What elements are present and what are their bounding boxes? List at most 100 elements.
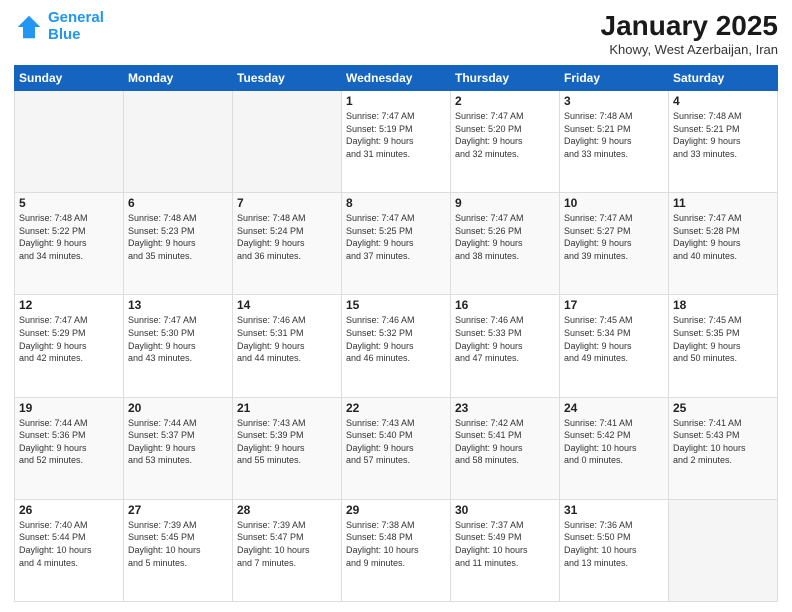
day-number: 11: [673, 196, 773, 210]
weekday-header: Friday: [560, 66, 669, 91]
calendar-week-row: 19 Sunrise: 7:44 AMSunset: 5:36 PMDayligh…: [15, 397, 778, 499]
calendar-cell: 16Sunrise: 7:46 AMSunset: 5:33 PMDayligh…: [451, 295, 560, 397]
weekday-header: Monday: [124, 66, 233, 91]
calendar-cell: 29Sunrise: 7:38 AMSunset: 5:48 PMDayligh…: [342, 499, 451, 601]
calendar-cell: 1 Sunrise: 7:47 AMSunset: 5:19 PMDaylight…: [342, 91, 451, 193]
day-info: Sunrise: 7:43 AMSunset: 5:40 PMDaylight:…: [346, 417, 446, 467]
day-number: 30: [455, 503, 555, 517]
day-number: 29: [346, 503, 446, 517]
day-number: 12: [19, 298, 119, 312]
calendar-cell: 12 Sunrise: 7:47 AMSunset: 5:29 PMDayligh…: [15, 295, 124, 397]
day-info: Sunrise: 7:48 AMSunset: 5:24 PMDaylight:…: [237, 212, 337, 262]
day-info: Sunrise: 7:46 AMSunset: 5:32 PMDaylight:…: [346, 314, 446, 364]
calendar-cell: 19 Sunrise: 7:44 AMSunset: 5:36 PMDayligh…: [15, 397, 124, 499]
day-number: 21: [237, 401, 337, 415]
day-info: Sunrise: 7:45 AMSunset: 5:35 PMDaylight:…: [673, 314, 773, 364]
day-number: 14: [237, 298, 337, 312]
calendar-cell: 8 Sunrise: 7:47 AMSunset: 5:25 PMDaylight…: [342, 193, 451, 295]
day-info: Sunrise: 7:39 AMSunset: 5:47 PMDaylight:…: [237, 519, 337, 569]
calendar-cell: 17 Sunrise: 7:45 AMSunset: 5:34 PMDayligh…: [560, 295, 669, 397]
day-number: 17: [564, 298, 664, 312]
day-number: 22: [346, 401, 446, 415]
day-number: 7: [237, 196, 337, 210]
day-info: Sunrise: 7:42 AMSunset: 5:41 PMDaylight:…: [455, 417, 555, 467]
day-info: Sunrise: 7:47 AMSunset: 5:20 PMDaylight:…: [455, 110, 555, 160]
day-number: 4: [673, 94, 773, 108]
day-info: Sunrise: 7:47 AMSunset: 5:30 PMDaylight:…: [128, 314, 228, 364]
day-info: Sunrise: 7:47 AMSunset: 5:28 PMDaylight:…: [673, 212, 773, 262]
day-info: Sunrise: 7:37 AMSunset: 5:49 PMDaylight:…: [455, 519, 555, 569]
calendar-cell: 21Sunrise: 7:43 AMSunset: 5:39 PMDayligh…: [233, 397, 342, 499]
calendar-cell: 3 Sunrise: 7:48 AMSunset: 5:21 PMDaylight…: [560, 91, 669, 193]
calendar-cell: 23 Sunrise: 7:42 AMSunset: 5:41 PMDayligh…: [451, 397, 560, 499]
day-info: Sunrise: 7:47 AMSunset: 5:25 PMDaylight:…: [346, 212, 446, 262]
calendar-cell: 13 Sunrise: 7:47 AMSunset: 5:30 PMDayligh…: [124, 295, 233, 397]
calendar-table: SundayMondayTuesdayWednesdayThursdayFrid…: [14, 65, 778, 602]
calendar-cell: 4 Sunrise: 7:48 AMSunset: 5:21 PMDaylight…: [669, 91, 778, 193]
day-number: 18: [673, 298, 773, 312]
weekday-header: Sunday: [15, 66, 124, 91]
day-info: Sunrise: 7:47 AMSunset: 5:29 PMDaylight:…: [19, 314, 119, 364]
logo-line1: General: [48, 9, 104, 26]
weekday-header: Thursday: [451, 66, 560, 91]
day-info: Sunrise: 7:41 AMSunset: 5:42 PMDaylight:…: [564, 417, 664, 467]
calendar-cell: 14Sunrise: 7:46 AMSunset: 5:31 PMDayligh…: [233, 295, 342, 397]
day-info: Sunrise: 7:45 AMSunset: 5:34 PMDaylight:…: [564, 314, 664, 364]
day-number: 25: [673, 401, 773, 415]
calendar-week-row: 26 Sunrise: 7:40 AMSunset: 5:44 PMDayligh…: [15, 499, 778, 601]
day-info: Sunrise: 7:40 AMSunset: 5:44 PMDaylight:…: [19, 519, 119, 569]
logo-line2: Blue: [48, 26, 81, 43]
day-number: 2: [455, 94, 555, 108]
page: General Blue January 2025 Khowy, West Az…: [0, 0, 792, 612]
calendar-cell: [124, 91, 233, 193]
main-title: January 2025: [601, 10, 778, 42]
day-number: 24: [564, 401, 664, 415]
day-number: 15: [346, 298, 446, 312]
day-info: Sunrise: 7:47 AMSunset: 5:19 PMDaylight:…: [346, 110, 446, 160]
calendar-cell: 9 Sunrise: 7:47 AMSunset: 5:26 PMDaylight…: [451, 193, 560, 295]
day-number: 20: [128, 401, 228, 415]
logo-text: General Blue: [48, 10, 104, 43]
calendar-cell: [15, 91, 124, 193]
day-info: Sunrise: 7:48 AMSunset: 5:21 PMDaylight:…: [673, 110, 773, 160]
day-info: Sunrise: 7:47 AMSunset: 5:26 PMDaylight:…: [455, 212, 555, 262]
calendar-cell: 15 Sunrise: 7:46 AMSunset: 5:32 PMDayligh…: [342, 295, 451, 397]
calendar-cell: 25Sunrise: 7:41 AMSunset: 5:43 PMDayligh…: [669, 397, 778, 499]
day-number: 23: [455, 401, 555, 415]
weekday-header: Saturday: [669, 66, 778, 91]
logo: General Blue: [14, 10, 104, 43]
calendar-cell: 6 Sunrise: 7:48 AMSunset: 5:23 PMDaylight…: [124, 193, 233, 295]
day-number: 3: [564, 94, 664, 108]
calendar-cell: 22 Sunrise: 7:43 AMSunset: 5:40 PMDayligh…: [342, 397, 451, 499]
day-number: 13: [128, 298, 228, 312]
day-number: 27: [128, 503, 228, 517]
calendar-cell: 24 Sunrise: 7:41 AMSunset: 5:42 PMDayligh…: [560, 397, 669, 499]
day-info: Sunrise: 7:48 AMSunset: 5:21 PMDaylight:…: [564, 110, 664, 160]
day-number: 10: [564, 196, 664, 210]
calendar-cell: 31Sunrise: 7:36 AMSunset: 5:50 PMDayligh…: [560, 499, 669, 601]
calendar-cell: 27 Sunrise: 7:39 AMSunset: 5:45 PMDayligh…: [124, 499, 233, 601]
day-number: 8: [346, 196, 446, 210]
calendar-cell: 18 Sunrise: 7:45 AMSunset: 5:35 PMDayligh…: [669, 295, 778, 397]
calendar-cell: [669, 499, 778, 601]
day-info: Sunrise: 7:44 AMSunset: 5:36 PMDaylight:…: [19, 417, 119, 467]
day-number: 1: [346, 94, 446, 108]
day-number: 26: [19, 503, 119, 517]
calendar-cell: 11 Sunrise: 7:47 AMSunset: 5:28 PMDayligh…: [669, 193, 778, 295]
day-info: Sunrise: 7:48 AMSunset: 5:22 PMDaylight:…: [19, 212, 119, 262]
weekday-header: Tuesday: [233, 66, 342, 91]
weekday-header: Wednesday: [342, 66, 451, 91]
day-info: Sunrise: 7:48 AMSunset: 5:23 PMDaylight:…: [128, 212, 228, 262]
day-info: Sunrise: 7:46 AMSunset: 5:33 PMDaylight:…: [455, 314, 555, 364]
day-info: Sunrise: 7:39 AMSunset: 5:45 PMDaylight:…: [128, 519, 228, 569]
calendar-cell: 2 Sunrise: 7:47 AMSunset: 5:20 PMDaylight…: [451, 91, 560, 193]
day-number: 28: [237, 503, 337, 517]
day-info: Sunrise: 7:36 AMSunset: 5:50 PMDaylight:…: [564, 519, 664, 569]
header: General Blue January 2025 Khowy, West Az…: [14, 10, 778, 57]
title-block: January 2025 Khowy, West Azerbaijan, Ira…: [601, 10, 778, 57]
day-number: 6: [128, 196, 228, 210]
day-number: 9: [455, 196, 555, 210]
day-number: 19: [19, 401, 119, 415]
calendar-cell: 26 Sunrise: 7:40 AMSunset: 5:44 PMDayligh…: [15, 499, 124, 601]
calendar-cell: [233, 91, 342, 193]
